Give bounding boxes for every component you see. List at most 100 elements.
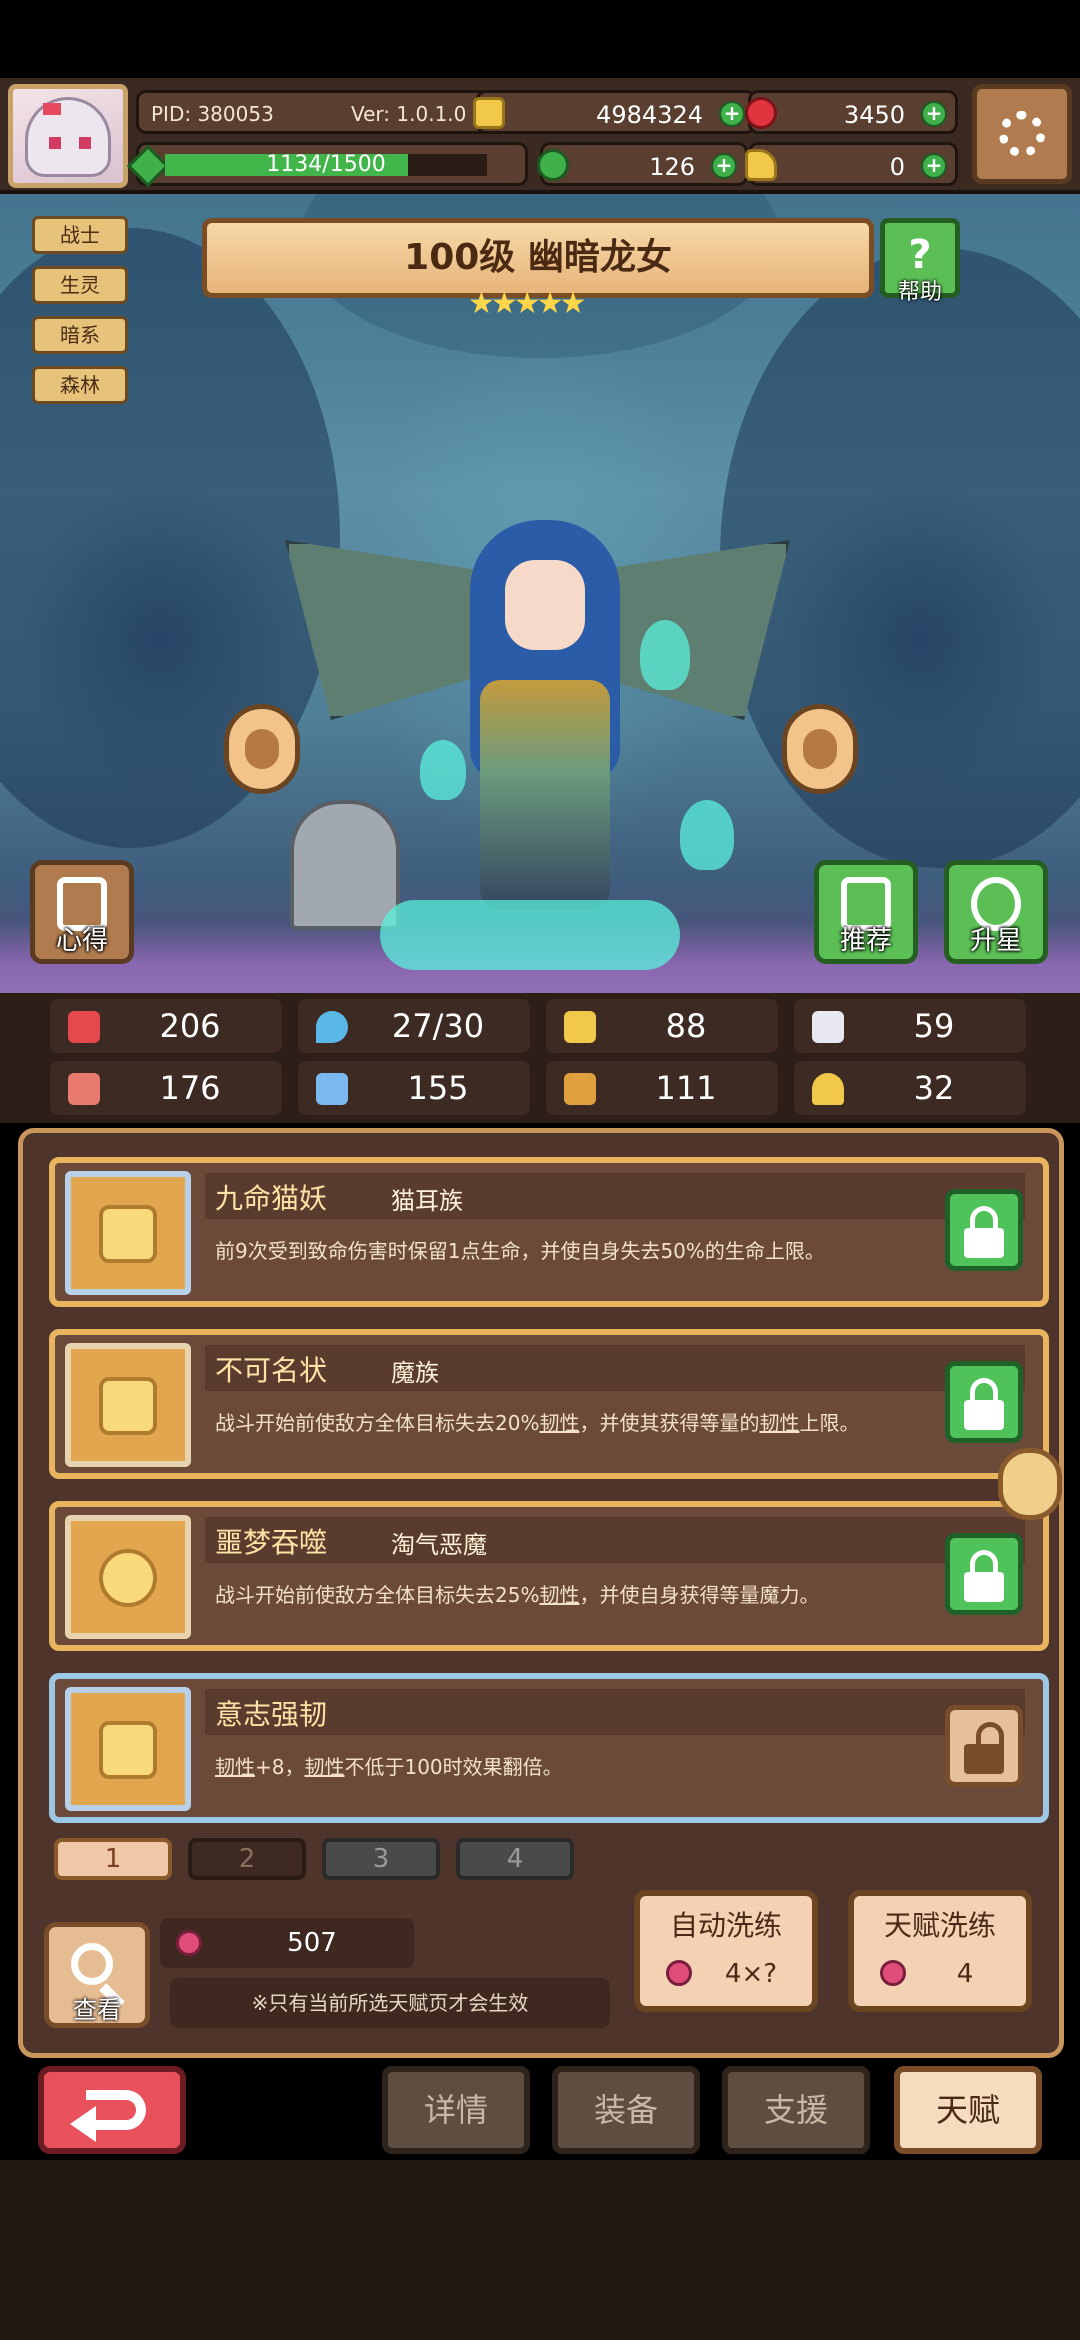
stat-resist-value: 111 xyxy=(655,1069,717,1107)
insight-button[interactable]: 心得 xyxy=(30,860,134,964)
prev-hero-button[interactable] xyxy=(224,704,300,794)
talent-card[interactable]: 九命猫妖 猫耳族 前9次受到致命伤害时保留1点生命，并使自身失去50%的生命上限… xyxy=(49,1157,1049,1307)
add-coins-button[interactable]: + xyxy=(719,101,745,127)
keyword-toughness[interactable]: 韧性 xyxy=(759,1411,799,1435)
stat-defense: 88 xyxy=(546,999,778,1053)
stat-hp: 206 xyxy=(50,999,282,1053)
desc-text: 不低于100时效果翻倍。 xyxy=(344,1755,563,1779)
keyword-toughness[interactable]: 韧性 xyxy=(215,1755,255,1779)
lock-button[interactable] xyxy=(945,1189,1023,1271)
tab-details[interactable]: 详情 xyxy=(382,2066,530,2154)
stat-luck: 32 xyxy=(794,1061,1026,1115)
horseshoe-icon xyxy=(812,1073,844,1105)
help-label: 帮助 xyxy=(897,280,942,305)
desc-text: 战斗开始前使敌方全体目标失去25% xyxy=(215,1583,540,1607)
add-clover-button[interactable]: + xyxy=(711,153,737,179)
lock-button[interactable] xyxy=(945,1533,1023,1615)
star-badge-icon xyxy=(99,1549,157,1607)
auto-reroll-cost: 4×? xyxy=(640,1954,812,1994)
stat-mana-value: 27/30 xyxy=(391,1007,485,1045)
talent-card[interactable]: 不可名状 魔族 战斗开始前使敌方全体目标失去20%韧性，并使其获得等量的韧性上限… xyxy=(49,1329,1049,1479)
stamina-bar: 1134/1500 xyxy=(126,142,528,188)
keyword-toughness[interactable]: 韧性 xyxy=(539,1411,579,1435)
desc-text: ，并使自身获得等量魔力。 xyxy=(579,1583,820,1607)
tab-equipment[interactable]: 装备 xyxy=(552,2066,700,2154)
tab-talent[interactable]: 天赋 xyxy=(894,2066,1042,2154)
avatar-hair xyxy=(25,97,111,177)
spirit-flame-base xyxy=(380,900,680,970)
lock-button[interactable] xyxy=(945,1361,1023,1443)
add-gems-button[interactable]: + xyxy=(921,101,947,127)
scroll-badge-icon[interactable] xyxy=(998,1448,1062,1520)
lock-body xyxy=(964,1744,1004,1774)
status-bar xyxy=(0,0,1080,78)
talent-icon-box xyxy=(65,1343,191,1467)
auto-reroll-button[interactable]: 自动洗练 4×? xyxy=(634,1890,818,2012)
player-info: PID: 380053 Ver: 1.0.1.0 xyxy=(136,90,490,134)
back-button[interactable] xyxy=(38,2066,186,2154)
talent-name-bar xyxy=(205,1689,1025,1735)
stamina-track: 1134/1500 xyxy=(165,154,487,176)
next-hero-button[interactable] xyxy=(782,704,858,794)
spirit-flame xyxy=(680,800,734,870)
heart-icon xyxy=(68,1011,100,1043)
lock-body xyxy=(964,1400,1004,1430)
scroll-icon xyxy=(564,1073,596,1105)
hero-stars: ★★★★★ xyxy=(468,286,586,321)
stat-mana: 27/30 xyxy=(298,999,530,1053)
gem-counter: 3450 + xyxy=(745,90,958,134)
stat-speed-value: 59 xyxy=(913,1007,955,1045)
chevron-left-icon xyxy=(245,729,279,769)
crown-icon xyxy=(99,1377,157,1435)
stat-attack-value: 176 xyxy=(159,1069,221,1107)
desc-text: +8， xyxy=(255,1755,305,1779)
stats-panel: 206 27/30 88 59 176 155 111 32 xyxy=(0,993,1080,1123)
avatar-eye xyxy=(49,137,61,149)
terrain-tag: 森林 xyxy=(32,366,128,404)
hero-body xyxy=(480,680,610,910)
talent-name: 意志强韧 xyxy=(215,1698,328,1731)
hero-title: 100级 幽暗龙女 xyxy=(404,237,672,278)
talent-name: 噩梦吞噬 xyxy=(215,1526,328,1559)
spirit-flame xyxy=(640,620,690,690)
potion-icon xyxy=(176,1930,202,1956)
talent-page-tab-1[interactable]: 1 xyxy=(54,1838,172,1880)
unlock-button[interactable] xyxy=(945,1705,1023,1787)
clover-counter: 126 + xyxy=(537,142,748,186)
desc-text: 上限。 xyxy=(799,1411,860,1435)
ticket-icon xyxy=(745,149,777,181)
ruby-icon xyxy=(745,97,777,129)
view-button[interactable]: 查看 xyxy=(44,1922,150,2028)
insight-label: 心得 xyxy=(55,926,108,956)
avatar-eye xyxy=(79,137,91,149)
talent-reroll-button[interactable]: 天赋洗练 4 xyxy=(848,1890,1032,2012)
tombstone xyxy=(290,800,400,930)
talent-race: 魔族 xyxy=(391,1359,439,1387)
settings-button[interactable] xyxy=(972,84,1072,184)
tab-support[interactable]: 支援 xyxy=(722,2066,870,2154)
gem-value: 3450 xyxy=(843,101,905,129)
drop-icon xyxy=(316,1011,348,1043)
talent-page-tab-2[interactable]: 2 xyxy=(188,1838,306,1880)
hair-clip-icon xyxy=(43,103,61,115)
stamina-value: 1134/1500 xyxy=(266,152,386,177)
talent-icon-box xyxy=(65,1687,191,1811)
talent-name-bar xyxy=(205,1345,1025,1391)
talent-card[interactable]: 意志强韧 韧性+8，韧性不低于100时效果翻倍。 xyxy=(49,1673,1049,1823)
talent-page-tab-3[interactable]: 3 xyxy=(322,1838,440,1880)
race-tag: 生灵 xyxy=(32,266,128,304)
talent-reroll-label: 天赋洗练 xyxy=(883,1909,996,1942)
recommend-button[interactable]: 推荐 xyxy=(814,860,918,964)
keyword-toughness[interactable]: 韧性 xyxy=(539,1583,579,1607)
add-tickets-button[interactable]: + xyxy=(921,153,947,179)
keyword-toughness[interactable]: 韧性 xyxy=(304,1755,344,1779)
player-avatar[interactable] xyxy=(8,84,128,188)
talent-page-tab-4[interactable]: 4 xyxy=(456,1838,574,1880)
chevron-right-icon xyxy=(803,729,837,769)
hero-face xyxy=(505,560,585,650)
talent-card[interactable]: 噩梦吞噬 淘气恶魔 战斗开始前使敌方全体目标失去25%韧性，并使自身获得等量魔力… xyxy=(49,1501,1049,1651)
coin-value: 4984324 xyxy=(596,101,703,129)
stat-magic: 155 xyxy=(298,1061,530,1115)
star-up-button[interactable]: 升星 xyxy=(944,860,1048,964)
spirit-flame xyxy=(420,740,466,800)
